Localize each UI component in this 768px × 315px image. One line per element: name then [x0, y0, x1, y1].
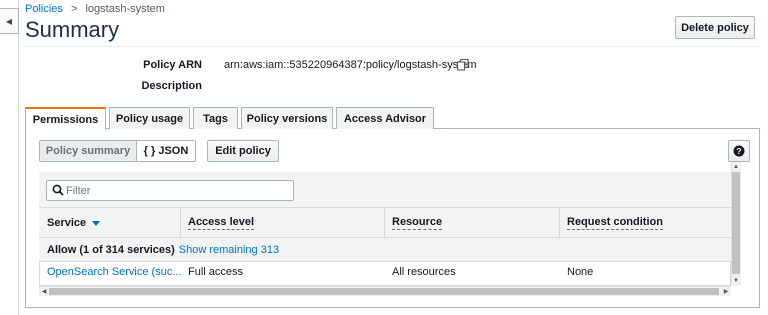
divider	[25, 46, 760, 47]
show-remaining-link[interactable]: Show remaining 313	[179, 244, 279, 256]
page-title: Summary	[25, 17, 120, 42]
service-link[interactable]: OpenSearch Service (suc...	[47, 266, 182, 278]
header-access-level-label: Access level	[188, 216, 255, 230]
breadcrumb: Policies > logstash-system	[25, 3, 165, 15]
filter-input[interactable]	[46, 180, 294, 201]
help-icon: ?	[733, 145, 745, 157]
request-condition-cell: None	[567, 266, 594, 278]
header-request-condition: Request condition	[567, 208, 663, 238]
header-resource-label: Resource	[392, 216, 443, 230]
policy-arn-label: Policy ARN	[143, 59, 202, 71]
tab-access-advisor[interactable]: Access Advisor	[336, 107, 434, 129]
allow-group-row: Allow (1 of 314 services) Show remaining…	[39, 238, 731, 262]
access-level-cell: Full access	[188, 266, 244, 278]
breadcrumb-separator: >	[70, 3, 78, 15]
json-toggle[interactable]: { } JSON	[137, 141, 195, 161]
column-divider	[180, 208, 181, 238]
horizontal-scroll-thumb[interactable]	[49, 288, 719, 295]
header-access-level: Access level	[188, 208, 255, 238]
resource-cell: All resources	[392, 266, 456, 278]
column-divider	[384, 208, 385, 238]
search-icon	[52, 184, 64, 196]
sort-down-icon	[92, 220, 101, 226]
tab-tags[interactable]: Tags	[193, 107, 238, 129]
collapse-arrow-icon[interactable]: ◀	[0, 8, 19, 34]
left-navigation-rail	[0, 0, 19, 315]
column-divider	[559, 208, 560, 238]
help-button[interactable]: ?	[728, 140, 750, 162]
tab-permissions[interactable]: Permissions	[25, 107, 106, 130]
svg-text:?: ?	[736, 146, 741, 156]
policy-summary-toggle[interactable]: Policy summary	[40, 141, 137, 161]
breadcrumb-link-policies[interactable]: Policies	[25, 3, 63, 15]
breadcrumb-current: logstash-system	[85, 3, 165, 15]
scroll-down-arrow-icon[interactable]: ▼	[732, 277, 740, 285]
scroll-up-arrow-icon[interactable]: ▲	[732, 163, 740, 171]
edit-policy-button[interactable]: Edit policy	[207, 140, 279, 162]
tab-policy-versions[interactable]: Policy versions	[241, 107, 333, 129]
delete-policy-button[interactable]: Delete policy	[675, 16, 755, 39]
policy-arn-label-row: Policy ARN	[100, 59, 202, 73]
allow-group-label: Allow (1 of 314 services)	[47, 243, 175, 256]
scroll-right-arrow-icon[interactable]: ▶	[722, 287, 730, 295]
header-service-label: Service	[47, 217, 87, 229]
view-toggle: Policy summary { } JSON	[39, 140, 196, 162]
policy-arn-value: arn:aws:iam::535220964387:policy/logstas…	[224, 59, 477, 71]
header-request-condition-label: Request condition	[567, 216, 663, 230]
vertical-scroll-thumb[interactable]	[732, 172, 740, 274]
header-service[interactable]: Service	[47, 208, 101, 238]
copy-icon[interactable]	[456, 58, 470, 72]
header-resource: Resource	[392, 208, 443, 238]
description-label: Description	[141, 80, 202, 92]
scroll-left-arrow-icon[interactable]: ◀	[40, 287, 48, 295]
description-label-row: Description	[100, 80, 202, 94]
tab-policy-usage[interactable]: Policy usage	[109, 107, 190, 129]
